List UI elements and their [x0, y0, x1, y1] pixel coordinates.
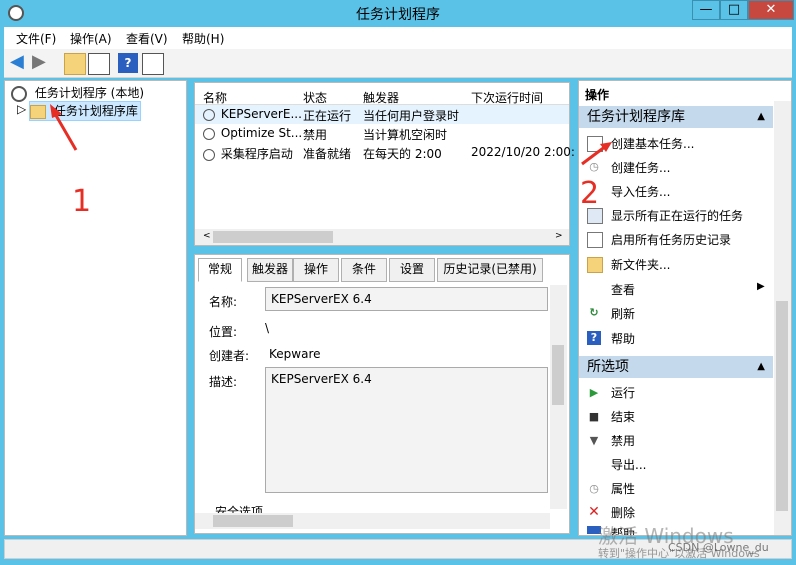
description-label: 描述: — [209, 375, 238, 389]
collapse-icon[interactable]: ▲ — [757, 106, 765, 128]
scroll-right-icon[interactable]: > — [555, 231, 563, 241]
action-properties[interactable]: 属性 — [611, 480, 635, 497]
section-title: 任务计划程序库 — [587, 109, 685, 125]
action-new-folder[interactable]: 新文件夹... — [611, 256, 670, 273]
description-field[interactable]: KEPServerEX 6.4 — [265, 367, 548, 493]
menu-view[interactable]: 查看(V) — [126, 30, 168, 47]
tab-triggers[interactable]: 触发器 — [247, 258, 293, 282]
tab-history[interactable]: 历史记录(已禁用) — [437, 258, 543, 282]
clock-icon — [203, 127, 215, 140]
window-title: 任务计划程序 — [356, 7, 440, 23]
author-value: Kepware — [269, 347, 321, 361]
task-status: 准备就绪 — [303, 147, 352, 161]
tab-settings[interactable]: 设置 — [389, 258, 435, 282]
scroll-left-icon[interactable]: < — [203, 231, 211, 241]
action-show-running-tasks[interactable]: 显示所有正在运行的任务 — [611, 207, 743, 224]
action-refresh[interactable]: 刷新 — [611, 305, 635, 322]
vertical-scrollbar[interactable] — [774, 101, 791, 535]
task-name: KEPServerE... — [220, 107, 302, 121]
action-pane-icon[interactable] — [142, 53, 164, 75]
scroll-thumb[interactable] — [776, 301, 788, 511]
task-trigger: 在每天的 2:00 — [363, 147, 442, 161]
scroll-thumb[interactable] — [213, 231, 333, 243]
task-list: 名称 状态 触发器 下次运行时间 KEPServerE... 正在运行 当任何用… — [194, 82, 575, 246]
action-create-task[interactable]: 创建任务... — [611, 159, 670, 176]
annotation-arrow-2 — [581, 142, 612, 166]
clock-icon — [203, 108, 215, 121]
refresh-icon: ↻ — [589, 306, 599, 319]
section-selected-item[interactable]: 所选项 ▲ — [579, 356, 773, 378]
tree-pane: 任务计划程序 (本地) ▷ 任务计划程序库 — [4, 80, 187, 536]
tab-actions[interactable]: 操作 — [293, 258, 339, 282]
task-status: 禁用 — [303, 128, 328, 142]
horizontal-scrollbar[interactable]: < > — [195, 229, 569, 245]
horizontal-scrollbar[interactable] — [195, 513, 550, 529]
show-hide-tree-icon[interactable] — [88, 53, 110, 75]
action-delete[interactable]: 删除 — [611, 504, 635, 521]
actions-header: 操作 — [585, 88, 610, 102]
name-label: 名称: — [209, 295, 238, 309]
location-label: 位置: — [209, 325, 238, 339]
menu-file[interactable]: 文件(F) — [16, 30, 56, 47]
collapse-icon[interactable]: ▲ — [757, 356, 765, 378]
menu-action[interactable]: 操作(A) — [70, 30, 112, 47]
tree-expander[interactable]: ▷ — [17, 102, 26, 120]
table-row[interactable]: 采集程序启动 — [203, 145, 293, 163]
task-name: 采集程序启动 — [220, 147, 293, 161]
menu-bar: 文件(F) 操作(A) 查看(V) 帮助(H) — [4, 27, 792, 49]
disable-arrow-icon: ▼ — [589, 434, 599, 447]
author-label: 创建者: — [209, 349, 250, 363]
task-trigger: 当计算机空闲时 — [363, 128, 448, 142]
back-arrow-icon[interactable]: ◀ — [10, 53, 30, 73]
submenu-arrow-icon: ▶ — [757, 281, 765, 292]
run-icon: ▶ — [589, 386, 599, 399]
clock-icon — [203, 148, 215, 161]
help-icon: ? — [587, 331, 601, 345]
task-name: Optimize St... — [220, 126, 303, 140]
location-value: \ — [265, 321, 270, 335]
scroll-thumb[interactable] — [213, 515, 293, 527]
task-next-run: 2022/10/20 2:00: — [471, 145, 575, 159]
new-folder-icon — [587, 257, 603, 273]
action-import-task[interactable]: 导入任务... — [611, 183, 670, 200]
history-icon — [587, 232, 603, 248]
action-run[interactable]: 运行 — [611, 384, 635, 401]
action-end[interactable]: 结束 — [611, 408, 635, 425]
action-create-basic-task[interactable]: 创建基本任务... — [611, 135, 694, 152]
scroll-thumb[interactable] — [552, 345, 564, 405]
action-view[interactable]: 查看 — [611, 281, 635, 298]
annotation-number-1: 1 — [72, 184, 92, 219]
name-field[interactable]: KEPServerEX 6.4 — [265, 287, 548, 311]
table-row[interactable]: Optimize St... — [203, 126, 302, 144]
menu-help[interactable]: 帮助(H) — [182, 30, 224, 47]
annotation-number-2: 2 — [580, 176, 600, 211]
close-button[interactable]: ✕ — [748, 0, 794, 20]
task-status: 正在运行 — [303, 109, 352, 123]
help-icon[interactable]: ? — [118, 53, 138, 73]
clock-icon: ◷ — [589, 482, 599, 495]
csdn-watermark: CSDN @Lowne_du — [668, 541, 769, 554]
clock-icon — [11, 85, 27, 102]
up-folder-icon[interactable] — [64, 53, 86, 75]
maximize-button[interactable]: □ — [720, 0, 748, 20]
minimize-button[interactable]: — — [692, 0, 720, 20]
action-enable-history[interactable]: 启用所有任务历史记录 — [611, 231, 731, 248]
delete-icon: ✕ — [588, 504, 600, 520]
action-export[interactable]: 导出... — [611, 456, 646, 473]
tab-general[interactable]: 常规 — [198, 258, 242, 282]
action-help[interactable]: 帮助 — [611, 330, 635, 347]
tab-conditions[interactable]: 条件 — [341, 258, 387, 282]
table-row[interactable]: KEPServerE... — [203, 107, 302, 125]
annotation-arrow-1 — [50, 104, 78, 151]
stop-icon: ■ — [588, 410, 600, 423]
task-trigger: 当任何用户登录时 — [363, 109, 460, 123]
toolbar: ◀ ▶ ? — [4, 49, 792, 78]
action-disable[interactable]: 禁用 — [611, 432, 635, 449]
vertical-scrollbar[interactable] — [550, 285, 567, 509]
forward-arrow-icon[interactable]: ▶ — [32, 53, 52, 73]
section-task-library[interactable]: 任务计划程序库 ▲ — [579, 106, 773, 128]
section-title: 所选项 — [587, 359, 629, 375]
task-detail-pane: 常规 触发器 操作 条件 设置 历史记录(已禁用) 名称: KEPServerE… — [194, 254, 570, 534]
